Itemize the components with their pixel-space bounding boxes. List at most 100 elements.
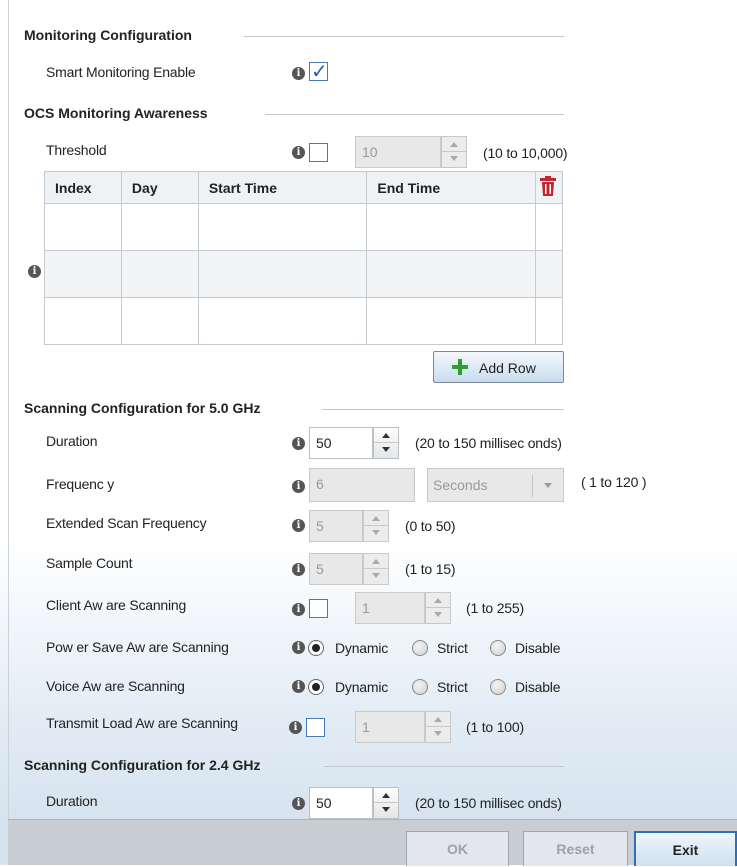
info-icon[interactable] xyxy=(292,146,305,159)
frequency-range-text: ( 1 to 120 ) xyxy=(581,474,647,490)
duration-24-range-text: (20 to 150 millisec onds) xyxy=(415,795,562,811)
table-row xyxy=(44,250,563,298)
info-icon[interactable] xyxy=(292,797,305,810)
voice-aware-disable-label: Disable xyxy=(515,679,561,695)
stepper-down-icon[interactable] xyxy=(426,727,450,742)
threshold-label: Threshold xyxy=(46,142,107,158)
voice-aware-radio-strict[interactable] xyxy=(412,679,428,695)
power-save-disable-label: Disable xyxy=(515,640,561,656)
ocs-section-title: OCS Monitoring Awareness xyxy=(24,105,208,121)
column-header-start-time[interactable]: Start Time xyxy=(197,171,368,204)
power-save-radio-strict[interactable] xyxy=(412,640,428,656)
frequency-input[interactable]: 6 xyxy=(309,468,415,502)
transmit-load-checkbox[interactable] xyxy=(306,718,325,737)
threshold-range-text: (10 to 10,000) xyxy=(483,145,568,161)
info-icon[interactable] xyxy=(28,265,41,278)
info-icon[interactable] xyxy=(292,519,305,532)
section-divider xyxy=(324,766,564,767)
exit-button[interactable]: Exit xyxy=(634,831,737,866)
sample-count-label: Sample Count xyxy=(46,555,133,571)
client-aware-checkbox[interactable] xyxy=(309,599,328,618)
duration-range-text: (20 to 150 millisec onds) xyxy=(415,435,562,451)
stepper-down-icon[interactable] xyxy=(374,443,398,458)
power-save-strict-label: Strict xyxy=(437,640,468,656)
threshold-stepper[interactable] xyxy=(441,136,467,168)
dialog-footer: OK Reset Exit xyxy=(8,819,737,866)
trash-icon[interactable] xyxy=(540,176,556,196)
info-icon[interactable] xyxy=(292,680,305,693)
stepper-down-icon[interactable] xyxy=(442,152,466,167)
column-header-day[interactable]: Day xyxy=(120,171,199,204)
add-row-button[interactable]: Add Row xyxy=(433,351,564,383)
threshold-input[interactable]: 10 xyxy=(355,136,441,168)
duration-stepper[interactable] xyxy=(373,427,399,459)
client-aware-stepper[interactable] xyxy=(425,592,451,624)
transmit-load-range-text: (1 to 100) xyxy=(466,719,524,735)
section-divider xyxy=(265,114,564,115)
info-icon[interactable] xyxy=(292,67,305,80)
frequency-label: Frequenc y xyxy=(46,476,115,492)
ext-scan-input[interactable]: 5 xyxy=(309,510,363,542)
duration-input[interactable]: 50 xyxy=(309,427,373,459)
stepper-down-icon[interactable] xyxy=(364,569,388,584)
client-aware-input[interactable]: 1 xyxy=(355,592,425,624)
plus-icon xyxy=(452,359,468,375)
info-icon[interactable] xyxy=(292,603,305,616)
stepper-down-icon[interactable] xyxy=(364,526,388,541)
stepper-up-icon[interactable] xyxy=(426,712,450,727)
stepper-up-icon[interactable] xyxy=(374,428,398,443)
select-divider xyxy=(532,475,533,497)
info-icon[interactable] xyxy=(292,641,305,654)
duration-label: Duration xyxy=(46,433,98,449)
section-divider xyxy=(244,36,564,37)
sample-count-input[interactable]: 5 xyxy=(309,553,363,585)
voice-aware-dynamic-label: Dynamic xyxy=(335,679,389,695)
smart-monitoring-label: Smart Monitoring Enable xyxy=(46,64,196,80)
power-save-radio-disable[interactable] xyxy=(490,640,506,656)
power-save-label: Pow er Save Aw are Scanning xyxy=(46,639,229,655)
stepper-up-icon[interactable] xyxy=(364,554,388,569)
duration-24-input[interactable]: 50 xyxy=(309,787,373,819)
stepper-down-icon[interactable] xyxy=(374,803,398,818)
info-icon[interactable] xyxy=(292,437,305,450)
voice-aware-radio-disable[interactable] xyxy=(490,679,506,695)
table-row xyxy=(44,297,563,345)
add-row-label: Add Row xyxy=(479,360,536,376)
table-row xyxy=(44,203,563,251)
stepper-down-icon[interactable] xyxy=(426,608,450,623)
column-header-end-time[interactable]: End Time xyxy=(366,171,536,204)
voice-aware-radio-dynamic[interactable] xyxy=(308,679,324,695)
client-aware-range-text: (1 to 255) xyxy=(466,600,524,616)
stepper-up-icon[interactable] xyxy=(442,137,466,152)
threshold-checkbox[interactable] xyxy=(309,143,328,162)
stepper-up-icon[interactable] xyxy=(426,593,450,608)
sample-count-stepper[interactable] xyxy=(363,553,389,585)
section-divider xyxy=(322,409,564,410)
monitoring-section-title: Monitoring Configuration xyxy=(24,27,192,43)
reset-button[interactable]: Reset xyxy=(523,831,628,866)
voice-aware-strict-label: Strict xyxy=(437,679,468,695)
awareness-schedule-table: Index Day Start Time End Time xyxy=(44,171,563,345)
info-icon[interactable] xyxy=(289,721,302,734)
power-save-radio-dynamic[interactable] xyxy=(308,640,324,656)
ext-scan-range-text: (0 to 50) xyxy=(405,518,456,534)
stepper-up-icon[interactable] xyxy=(364,511,388,526)
stepper-up-icon[interactable] xyxy=(374,788,398,803)
chevron-down-icon xyxy=(544,483,552,488)
column-header-index[interactable]: Index xyxy=(44,171,122,204)
transmit-load-label: Transmit Load Aw are Scanning xyxy=(46,715,238,731)
ext-scan-label: Extended Scan Frequency xyxy=(46,515,207,531)
power-save-dynamic-label: Dynamic xyxy=(335,640,389,656)
info-icon[interactable] xyxy=(292,563,305,576)
smart-monitoring-checkbox[interactable] xyxy=(309,59,328,83)
frequency-unit-select[interactable]: Seconds xyxy=(427,468,564,502)
transmit-load-input[interactable]: 1 xyxy=(355,711,425,743)
scan5-section-title: Scanning Configuration for 5.0 GHz xyxy=(24,400,261,416)
info-icon[interactable] xyxy=(292,480,305,493)
ext-scan-stepper[interactable] xyxy=(363,510,389,542)
ok-button[interactable]: OK xyxy=(406,831,509,866)
transmit-load-stepper[interactable] xyxy=(425,711,451,743)
duration-24-label: Duration xyxy=(46,793,98,809)
frequency-unit-value: Seconds xyxy=(433,477,488,493)
duration-24-stepper[interactable] xyxy=(373,787,399,819)
